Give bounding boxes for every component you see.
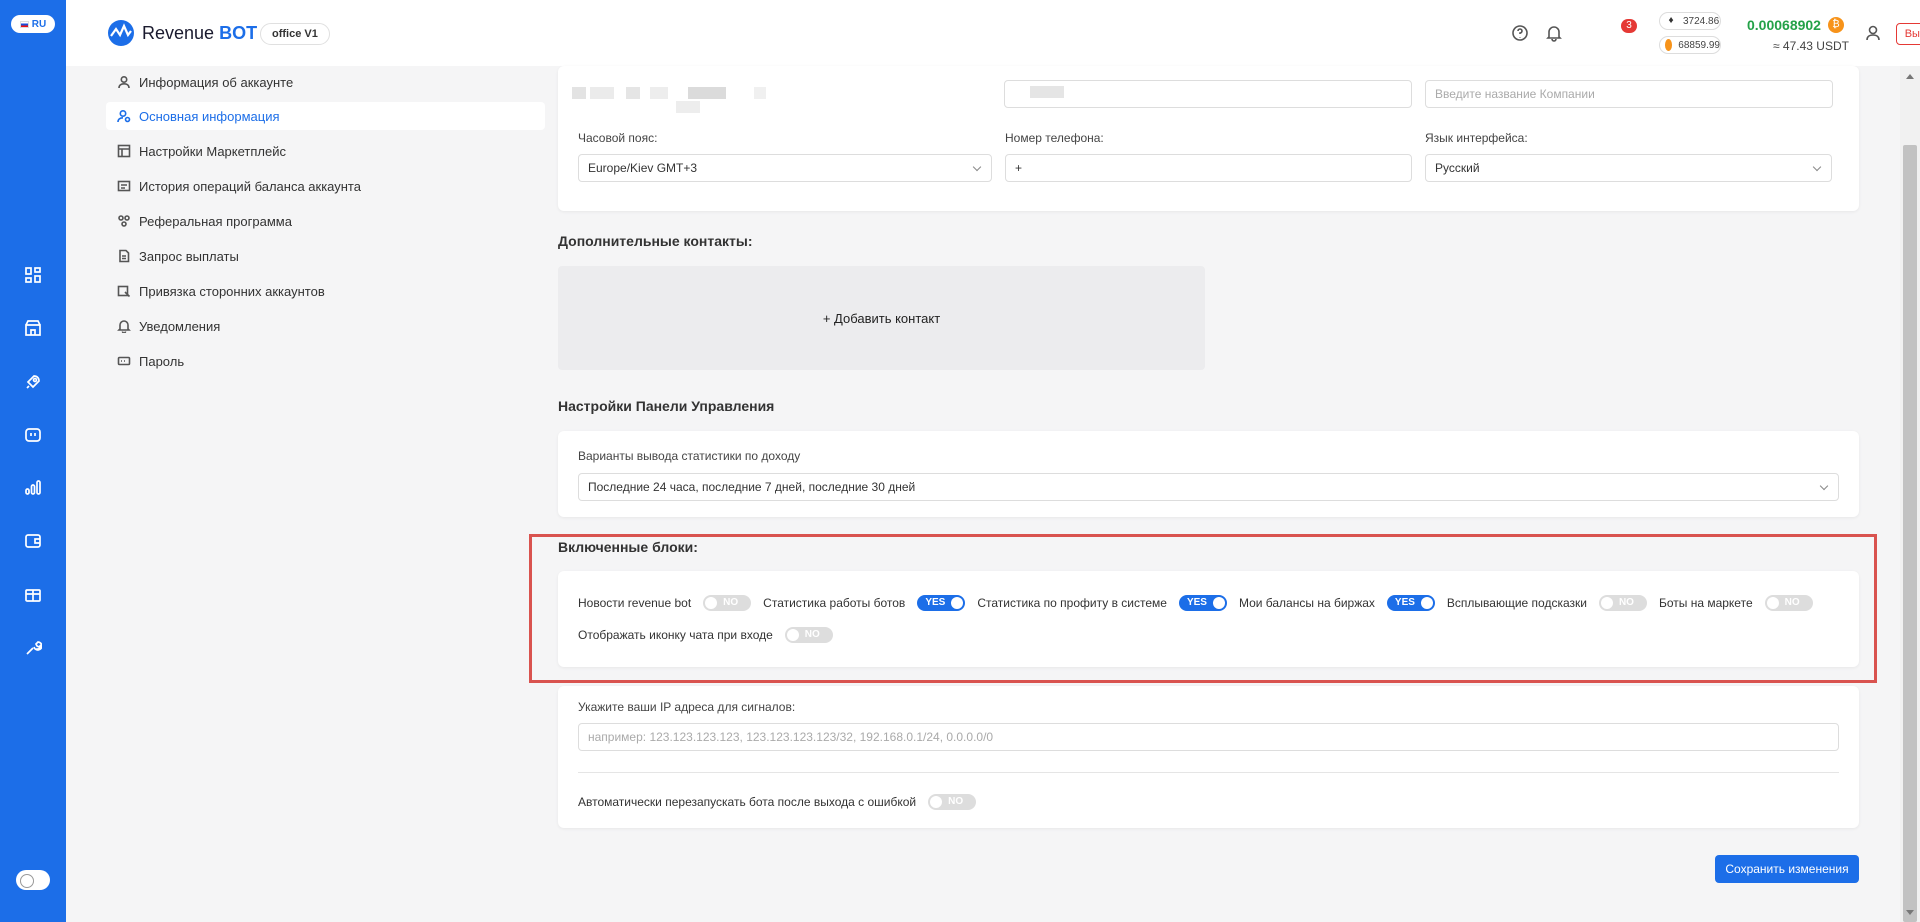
payout-icon	[119, 249, 130, 263]
bell-icon	[117, 320, 131, 333]
profile-icon[interactable]	[1864, 24, 1884, 44]
blurred-name-part	[676, 101, 700, 113]
ru-flag-icon	[19, 20, 29, 28]
sidebar-item-linked-accounts[interactable]: Привязка сторонних аккаунтов	[106, 277, 545, 305]
office-version-badge[interactable]: office V1	[260, 23, 330, 45]
btc-icon	[1665, 39, 1673, 51]
phone-field[interactable]: +	[1005, 154, 1412, 182]
user-icon	[118, 75, 130, 89]
contacts-title: Дополнительные контакты:	[558, 233, 753, 249]
sidebar-item-account-info[interactable]: Информация об аккаунте	[106, 68, 545, 96]
notification-badge: 3	[1621, 19, 1637, 33]
toggle-auto-restart[interactable]: Автоматически перезапускать бота после в…	[578, 793, 977, 811]
scroll-down-arrow-icon[interactable]	[1906, 910, 1914, 915]
sidebar-item-label: Настройки Маркетплейс	[139, 143, 286, 159]
eth-icon: ♦	[1665, 15, 1677, 27]
sidebar-item-label: Пароль	[139, 353, 185, 369]
theme-toggle[interactable]	[16, 870, 50, 890]
rocket-icon[interactable]	[23, 372, 43, 392]
ip-label: Укажите ваши IP адреса для сигналов:	[578, 700, 796, 714]
logo-icon	[108, 20, 134, 46]
switch-state: NO	[948, 796, 964, 807]
btc-rate: 68859.99	[1659, 36, 1721, 54]
support-chat-icon[interactable]	[1511, 24, 1531, 44]
phone-label: Номер телефона:	[1005, 131, 1104, 145]
logout-button[interactable]: Выйти	[1896, 23, 1920, 45]
btc-rate-value: 68859.99	[1678, 39, 1720, 51]
wallet-icon[interactable]	[23, 531, 43, 551]
highlight-frame	[529, 534, 1877, 683]
toggle-label: Автоматически перезапускать бота после в…	[578, 795, 917, 809]
save-changes-button[interactable]: Сохранить изменения	[1715, 855, 1859, 883]
top-header: Revenue BOT office V1 3 ♦ 3724.86 68859.…	[66, 0, 1920, 66]
revenuebot-logo[interactable]: Revenue BOT	[106, 19, 257, 47]
sidebar-item-label: Информация об аккаунте	[139, 74, 294, 90]
password-icon	[117, 356, 131, 366]
blurred-name	[572, 87, 586, 99]
blurred-name-part	[754, 87, 766, 99]
gift-icon[interactable]	[23, 585, 43, 605]
btc-wallet-icon[interactable]: ₿	[1828, 17, 1844, 33]
sidebar-item-payout[interactable]: Запрос выплаты	[106, 242, 545, 270]
eth-rate-value: 3724.86	[1683, 15, 1720, 27]
dashboard-settings-title: Настройки Панели Управления	[558, 398, 775, 414]
bot-icon[interactable]	[23, 425, 43, 445]
link-accounts-icon	[117, 285, 131, 298]
switch-knob	[930, 796, 943, 808]
bell-icon[interactable]	[1545, 24, 1565, 44]
language-label: Язык интерфейса:	[1425, 131, 1528, 145]
scroll-up-arrow-icon[interactable]	[1906, 74, 1914, 79]
sidebar-item-notifications[interactable]: Уведомления	[106, 312, 545, 340]
blurred-name-part	[626, 87, 640, 99]
history-icon	[117, 180, 131, 192]
language-select[interactable]: Русский	[1425, 154, 1832, 182]
add-contact-button[interactable]: + Добавить контакт	[558, 266, 1205, 370]
sidebar-item-label: Привязка сторонних аккаунтов	[139, 283, 325, 299]
sidebar-item-balance-history[interactable]: История операций баланса аккаунта	[106, 172, 545, 200]
sidebar-item-password[interactable]: Пароль	[106, 347, 545, 375]
language-switch[interactable]: RU	[11, 15, 55, 33]
switch[interactable]: NO	[928, 794, 977, 810]
sidebar-item-marketplace[interactable]: Настройки Маркетплейс	[106, 137, 545, 165]
ip-input[interactable]: например: 123.123.123.123, 123.123.123.1…	[578, 723, 1839, 751]
sidebar-item-referral[interactable]: Реферальная программа	[106, 207, 545, 235]
stats-variants-select[interactable]: Последние 24 часа, последние 7 дней, пос…	[578, 473, 1839, 501]
statistics-icon[interactable]	[23, 478, 43, 498]
wrench-icon[interactable]	[23, 638, 43, 658]
blurred-email	[1030, 86, 1064, 98]
logo-text: Revenue BOT	[142, 22, 258, 43]
sidebar-item-label: Реферальная программа	[139, 213, 292, 229]
company-name-field[interactable]: Введите название Компании	[1425, 80, 1833, 108]
language-code: RU	[31, 18, 47, 30]
marketplace-icon	[117, 144, 131, 158]
sidebar-item-basic-info[interactable]: Основная информация	[106, 102, 545, 130]
store-icon[interactable]	[23, 318, 43, 338]
dashboard-icon[interactable]	[23, 265, 43, 285]
sidebar-item-label: Запрос выплаты	[139, 248, 239, 264]
timezone-label: Часовой пояс:	[578, 131, 658, 145]
stats-variants-label: Варианты вывода статистики по доходу	[578, 449, 801, 463]
scrollbar-thumb[interactable]	[1903, 145, 1917, 922]
balance-usdt: ≈ 47.43 USDT	[1773, 39, 1849, 53]
user-settings-icon	[117, 109, 131, 123]
left-rail: RU	[0, 0, 66, 922]
referral-icon	[118, 215, 130, 227]
sidebar-item-label: Уведомления	[139, 318, 221, 334]
divider	[578, 772, 1839, 773]
sidebar-item-label: Основная информация	[139, 108, 280, 124]
sidebar-item-label: История операций баланса аккаунта	[139, 178, 361, 194]
balance-btc: 0.00068902	[1747, 17, 1821, 33]
blurred-name-part	[650, 87, 668, 99]
eth-rate: ♦ 3724.86	[1659, 12, 1721, 30]
blurred-name-part	[688, 87, 726, 99]
blurred-name-part	[590, 87, 614, 99]
timezone-select[interactable]: Europe/Kiev GMT+3	[578, 154, 992, 182]
